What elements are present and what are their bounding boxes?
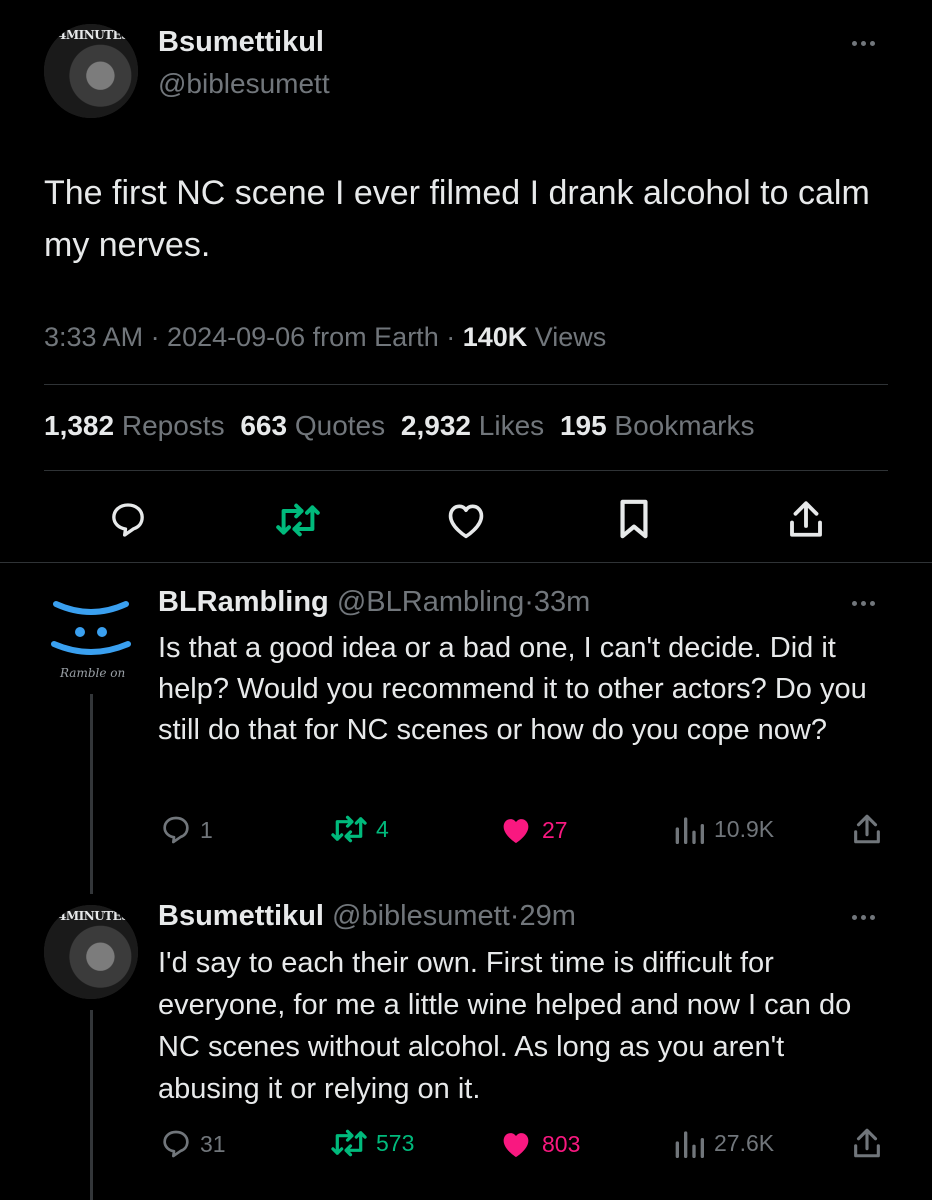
tweet-text: The first NC scene I ever filmed I drank…	[44, 174, 870, 264]
stat-reposts[interactable]: 1,382 Reposts	[44, 410, 225, 441]
more-options-icon[interactable]	[852, 601, 875, 606]
more-options-icon[interactable]	[852, 41, 875, 46]
views-action[interactable]: 27.6K	[672, 1128, 774, 1158]
reply-author-handle[interactable]: @biblesumett	[332, 900, 510, 932]
like-count: 803	[542, 1130, 581, 1157]
timestamp[interactable]: 3:33 AM · 2024-09-06 from Earth ·	[44, 322, 463, 352]
tweet-meta: 3:33 AM · 2024-09-06 from Earth · 140K V…	[44, 322, 606, 353]
repost-action[interactable]: 4	[330, 814, 389, 844]
repost-count: 573	[376, 1129, 415, 1156]
avatar-caption: Ramble on	[60, 666, 126, 680]
thread-connector	[90, 1010, 93, 1200]
thread-connector	[90, 694, 93, 894]
views-action[interactable]: 10.9K	[672, 814, 774, 844]
views-count: 27.6K	[714, 1129, 775, 1156]
heart-filled-icon	[503, 819, 529, 844]
author-name[interactable]: Bsumettikul	[158, 26, 324, 59]
reply-count: 31	[200, 1130, 226, 1157]
like-count: 27	[542, 816, 568, 843]
divider	[44, 470, 888, 471]
main-avatar[interactable]: 4MINUTES	[44, 24, 138, 118]
reply-author-name[interactable]: Bsumettikul	[158, 900, 324, 932]
views-chart-icon	[675, 1131, 704, 1158]
reply-author-name[interactable]: BLRambling	[158, 586, 329, 618]
tweet-stats: 1,382 Reposts 663 Quotes 2,932 Likes 195…	[44, 410, 754, 442]
reply-avatar[interactable]: Ramble on	[44, 590, 138, 684]
share-icon[interactable]	[851, 812, 883, 846]
reply-text: Is that a good idea or a bad one, I can'…	[158, 632, 867, 746]
reply-icon	[163, 1130, 189, 1158]
reply-text: I'd say to each their own. First time is…	[158, 947, 852, 1105]
reply-icon	[163, 816, 189, 844]
like-action[interactable]: 27	[498, 814, 568, 846]
repost-icon[interactable]	[274, 502, 322, 538]
divider	[44, 384, 888, 385]
stat-bookmarks[interactable]: 195 Bookmarks	[560, 410, 755, 441]
views-chart-icon	[675, 817, 704, 844]
share-icon[interactable]	[851, 1126, 883, 1160]
views-label: Views	[527, 322, 607, 352]
reply-action[interactable]: 1	[160, 814, 213, 846]
reply-time[interactable]: ·29m	[510, 900, 576, 932]
smiley-logo-icon	[51, 601, 131, 655]
reply-icon[interactable]	[107, 500, 149, 540]
stat-likes[interactable]: 2,932 Likes	[401, 410, 544, 441]
avatar-tag: 4MINUTES	[58, 909, 130, 923]
repost-icon	[331, 1129, 367, 1157]
reply-count: 1	[200, 816, 213, 843]
divider	[0, 562, 932, 563]
stat-quotes[interactable]: 663 Quotes	[240, 410, 385, 441]
reply-time[interactable]: ·33m	[524, 586, 590, 618]
reply-header: Bsumettikul @biblesumett·29m	[158, 900, 576, 933]
bookmark-icon[interactable]	[616, 498, 652, 540]
repost-icon	[331, 815, 367, 843]
like-icon[interactable]	[444, 500, 488, 540]
repost-action[interactable]: 573	[330, 1128, 414, 1158]
author-handle[interactable]: @biblesumett	[158, 68, 330, 100]
repost-count: 4	[376, 815, 389, 842]
heart-filled-icon	[503, 1133, 529, 1158]
views-count: 10.9K	[714, 815, 775, 842]
views-count: 140K	[462, 322, 528, 352]
avatar-tag: 4MINUTES	[58, 28, 130, 42]
like-action[interactable]: 803	[498, 1128, 580, 1160]
reply-author-handle[interactable]: @BLRambling	[337, 586, 524, 618]
reply-action[interactable]: 31	[160, 1128, 226, 1160]
share-icon[interactable]	[786, 498, 826, 540]
more-options-icon[interactable]	[852, 915, 875, 920]
reply-header: BLRambling @BLRambling·33m	[158, 586, 590, 619]
reply-avatar[interactable]: 4MINUTES	[44, 905, 138, 999]
